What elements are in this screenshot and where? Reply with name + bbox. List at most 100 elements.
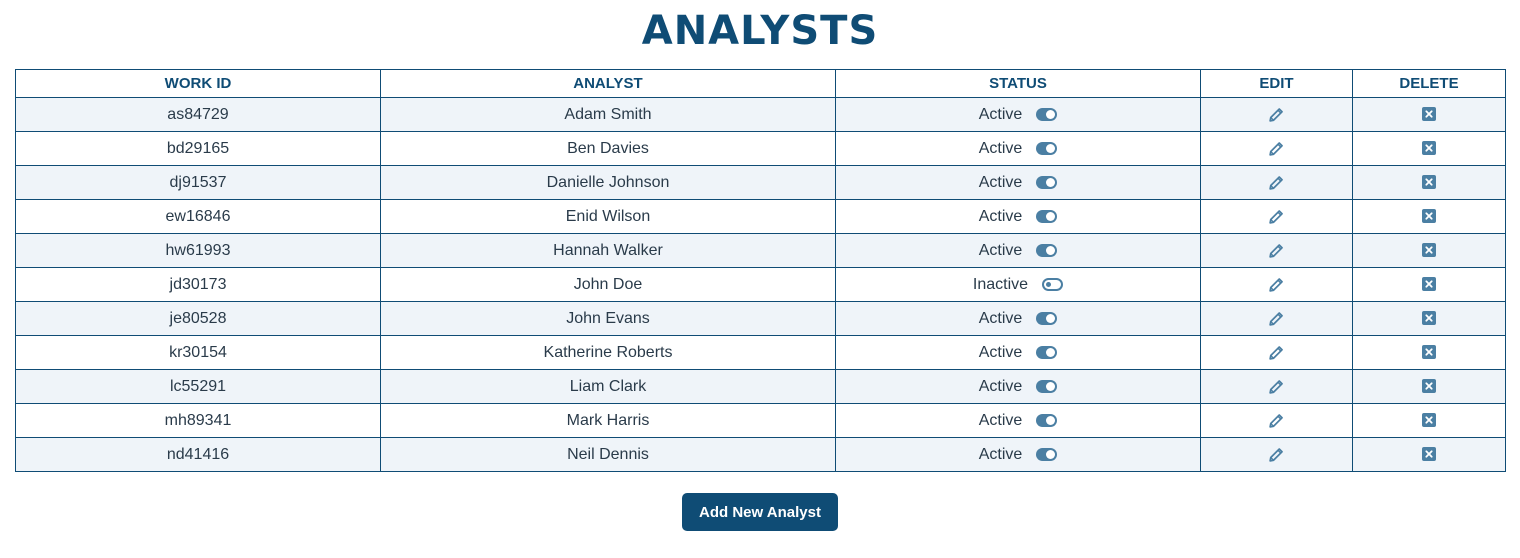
delete-cell bbox=[1352, 301, 1506, 336]
analyst-name-cell: Adam Smith bbox=[380, 97, 836, 132]
status-toggle[interactable] bbox=[1036, 414, 1058, 427]
header-status: STATUS bbox=[835, 69, 1201, 98]
status-label: Active bbox=[978, 241, 1023, 259]
delete-icon[interactable] bbox=[1422, 175, 1436, 190]
edit-cell bbox=[1200, 131, 1353, 166]
status-label: Active bbox=[978, 105, 1023, 123]
edit-cell bbox=[1200, 335, 1353, 370]
pencil-icon[interactable] bbox=[1268, 174, 1285, 191]
delete-cell bbox=[1352, 403, 1506, 438]
header-delete: DELETE bbox=[1352, 69, 1506, 98]
status-cell: Active bbox=[835, 301, 1201, 336]
pencil-icon[interactable] bbox=[1268, 378, 1285, 395]
delete-icon[interactable] bbox=[1422, 345, 1436, 360]
delete-cell bbox=[1352, 131, 1506, 166]
delete-icon[interactable] bbox=[1422, 379, 1436, 394]
pencil-icon[interactable] bbox=[1268, 140, 1285, 157]
table-row: nd41416 Neil Dennis Active bbox=[15, 437, 1506, 472]
work-id-cell: bd29165 bbox=[15, 131, 381, 166]
table-row: bd29165 Ben Davies Active bbox=[15, 131, 1506, 166]
pencil-icon[interactable] bbox=[1268, 242, 1285, 259]
status-toggle[interactable] bbox=[1036, 176, 1058, 189]
status-toggle[interactable] bbox=[1036, 108, 1058, 121]
delete-icon[interactable] bbox=[1422, 413, 1436, 428]
status-label: Active bbox=[978, 343, 1023, 361]
pencil-icon[interactable] bbox=[1268, 208, 1285, 225]
analyst-name-cell: Enid Wilson bbox=[380, 199, 836, 234]
pencil-icon[interactable] bbox=[1268, 276, 1285, 293]
status-label: Inactive bbox=[972, 275, 1029, 293]
status-label: Active bbox=[978, 445, 1023, 463]
edit-cell bbox=[1200, 369, 1353, 404]
status-toggle[interactable] bbox=[1036, 346, 1058, 359]
table-row: mh89341 Mark Harris Active bbox=[15, 403, 1506, 438]
status-label: Active bbox=[978, 173, 1023, 191]
analyst-name-cell: Katherine Roberts bbox=[380, 335, 836, 370]
delete-icon[interactable] bbox=[1422, 311, 1436, 326]
edit-cell bbox=[1200, 403, 1353, 438]
pencil-icon[interactable] bbox=[1268, 344, 1285, 361]
header-work-id: WORK ID bbox=[15, 69, 381, 98]
status-cell: Active bbox=[835, 437, 1201, 472]
status-toggle[interactable] bbox=[1036, 312, 1058, 325]
pencil-icon[interactable] bbox=[1268, 412, 1285, 429]
delete-icon[interactable] bbox=[1422, 141, 1436, 156]
delete-icon[interactable] bbox=[1422, 209, 1436, 224]
work-id-cell: dj91537 bbox=[15, 165, 381, 200]
status-label: Active bbox=[978, 377, 1023, 395]
status-cell: Active bbox=[835, 233, 1201, 268]
status-toggle[interactable] bbox=[1036, 380, 1058, 393]
table-row: kr30154 Katherine Roberts Active bbox=[15, 335, 1506, 370]
analyst-name-cell: Liam Clark bbox=[380, 369, 836, 404]
work-id-cell: hw61993 bbox=[15, 233, 381, 268]
pencil-icon[interactable] bbox=[1268, 106, 1285, 123]
pencil-icon[interactable] bbox=[1268, 446, 1285, 463]
delete-icon[interactable] bbox=[1422, 277, 1436, 292]
delete-cell bbox=[1352, 267, 1506, 302]
edit-cell bbox=[1200, 97, 1353, 132]
work-id-cell: kr30154 bbox=[15, 335, 381, 370]
work-id-cell: je80528 bbox=[15, 301, 381, 336]
table-row: jd30173 John Doe Inactive bbox=[15, 267, 1506, 302]
status-toggle[interactable] bbox=[1036, 448, 1058, 461]
work-id-cell: lc55291 bbox=[15, 369, 381, 404]
status-cell: Active bbox=[835, 97, 1201, 132]
edit-cell bbox=[1200, 267, 1353, 302]
work-id-cell: ew16846 bbox=[15, 199, 381, 234]
table-row: lc55291 Liam Clark Active bbox=[15, 369, 1506, 404]
delete-cell bbox=[1352, 97, 1506, 132]
status-toggle[interactable] bbox=[1036, 244, 1058, 257]
add-new-analyst-button[interactable]: Add New Analyst bbox=[682, 493, 838, 531]
edit-cell bbox=[1200, 199, 1353, 234]
status-toggle[interactable] bbox=[1036, 210, 1058, 223]
delete-icon[interactable] bbox=[1422, 107, 1436, 122]
status-cell: Active bbox=[835, 403, 1201, 438]
status-cell: Active bbox=[835, 369, 1201, 404]
table-header-row: WORK ID ANALYST STATUS EDIT DELETE bbox=[15, 69, 1506, 98]
delete-cell bbox=[1352, 233, 1506, 268]
status-toggle[interactable] bbox=[1036, 142, 1058, 155]
edit-cell bbox=[1200, 233, 1353, 268]
edit-cell bbox=[1200, 437, 1353, 472]
delete-icon[interactable] bbox=[1422, 447, 1436, 462]
status-cell: Active bbox=[835, 165, 1201, 200]
status-label: Active bbox=[978, 139, 1023, 157]
analyst-name-cell: Danielle Johnson bbox=[380, 165, 836, 200]
status-label: Active bbox=[978, 411, 1023, 429]
status-label: Active bbox=[978, 207, 1023, 225]
work-id-cell: jd30173 bbox=[15, 267, 381, 302]
table-row: as84729 Adam Smith Active bbox=[15, 97, 1506, 132]
delete-icon[interactable] bbox=[1422, 243, 1436, 258]
edit-cell bbox=[1200, 165, 1353, 200]
pencil-icon[interactable] bbox=[1268, 310, 1285, 327]
analyst-name-cell: John Doe bbox=[380, 267, 836, 302]
work-id-cell: mh89341 bbox=[15, 403, 381, 438]
header-edit: EDIT bbox=[1200, 69, 1353, 98]
table-row: ew16846 Enid Wilson Active bbox=[15, 199, 1506, 234]
analysts-table: WORK ID ANALYST STATUS EDIT DELETE as847… bbox=[15, 69, 1506, 472]
status-toggle[interactable] bbox=[1042, 278, 1064, 291]
status-cell: Active bbox=[835, 131, 1201, 166]
delete-cell bbox=[1352, 437, 1506, 472]
delete-cell bbox=[1352, 199, 1506, 234]
status-cell: Inactive bbox=[835, 267, 1201, 302]
